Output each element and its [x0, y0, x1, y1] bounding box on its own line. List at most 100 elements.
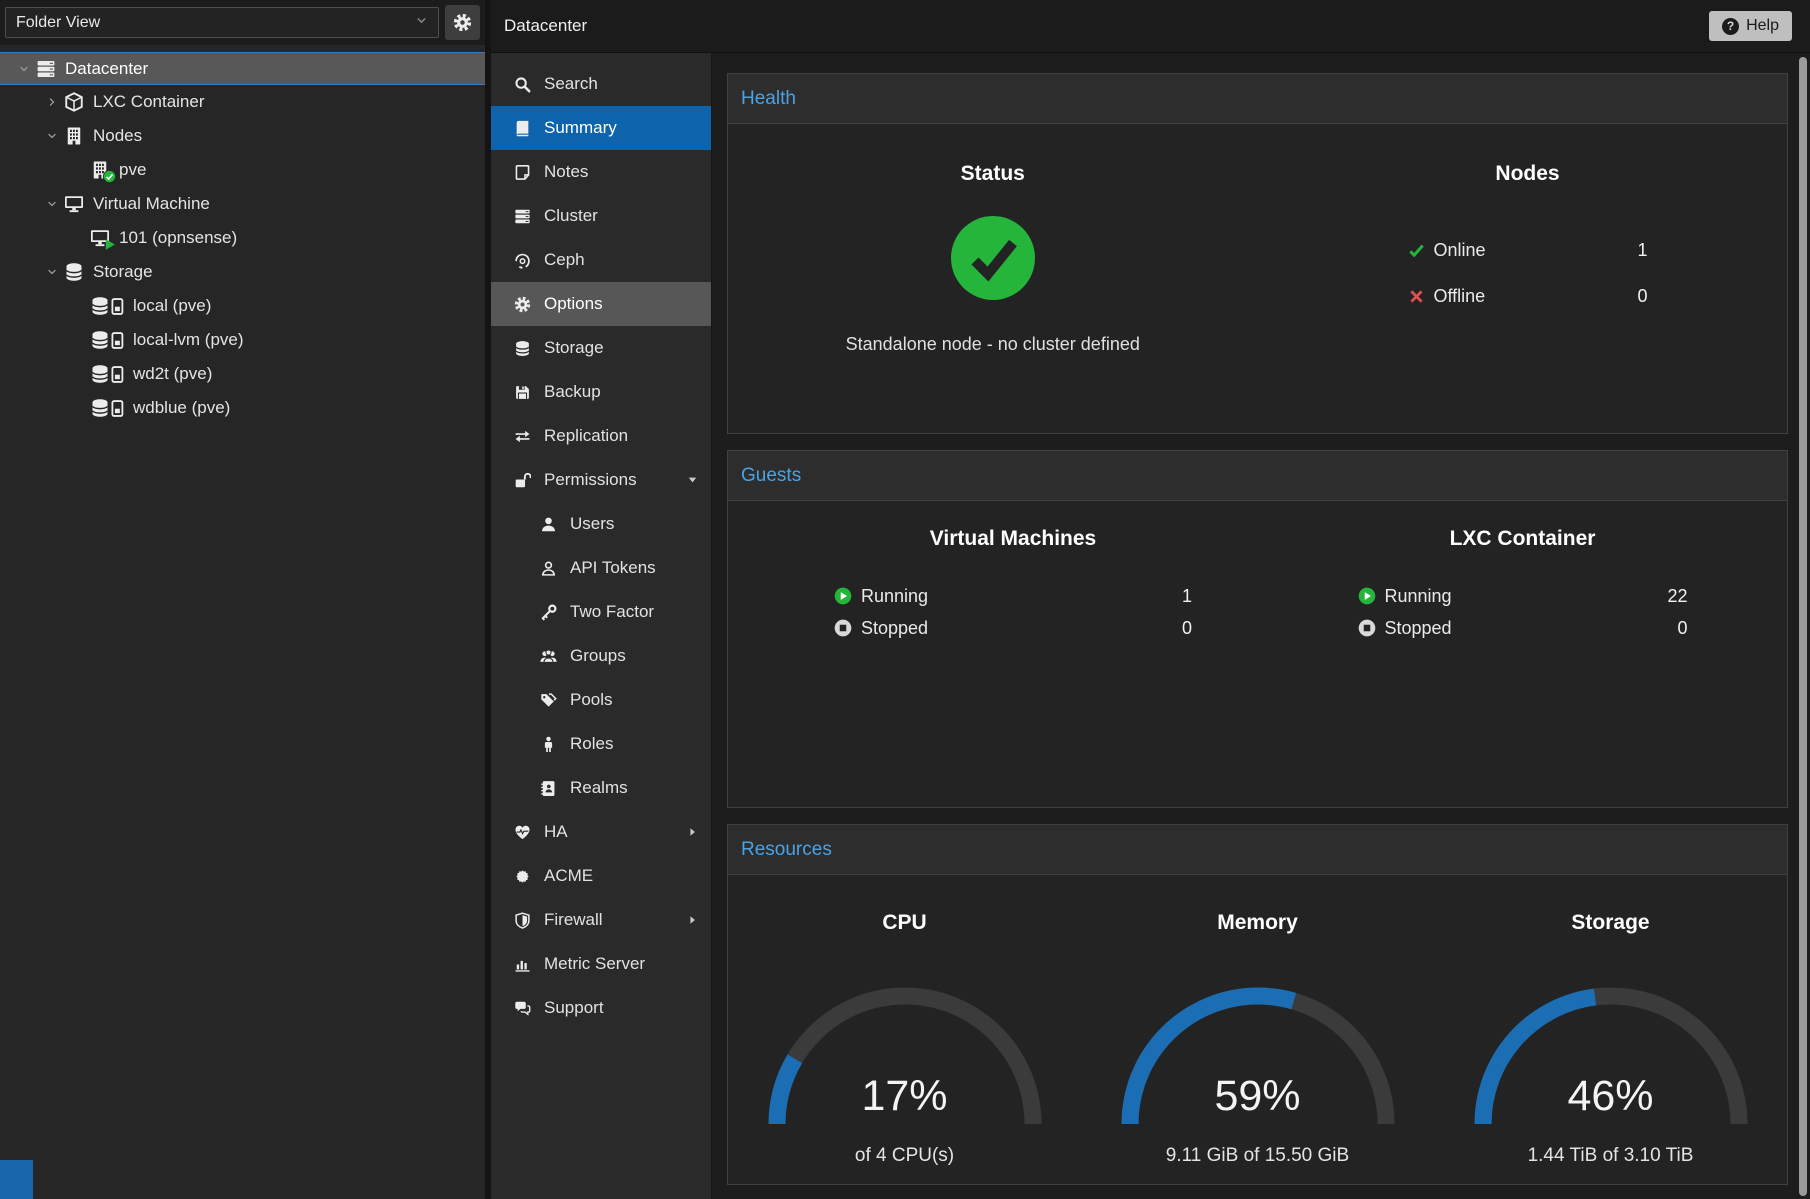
person-icon — [538, 736, 558, 753]
scrollbar-thumb[interactable] — [1799, 57, 1807, 1196]
nav-item-roles[interactable]: Roles — [491, 722, 711, 766]
help-button[interactable]: ? Help — [1709, 11, 1792, 41]
nav-item-metric-server[interactable]: Metric Server — [491, 942, 711, 986]
tree-item-datacenter[interactable]: Datacenter — [0, 52, 485, 85]
view-mode-value: Folder View — [16, 14, 100, 32]
nav-item-backup[interactable]: Backup — [491, 370, 711, 414]
memory-gauge: Memory 59% 9.11 GiB of 15.50 GiB — [1081, 911, 1434, 1184]
database-drive-icon — [90, 364, 124, 384]
tree-item-nodes[interactable]: Nodes — [0, 119, 485, 153]
status-ok-icon — [951, 216, 1035, 300]
tree-item-virtual-machine[interactable]: Virtual Machine — [0, 187, 485, 221]
chevron-down-icon[interactable] — [40, 198, 64, 210]
cpu-gauge: CPU 17% of 4 CPU(s) — [728, 911, 1081, 1184]
tree-item-storage[interactable]: Storage — [0, 255, 485, 289]
nav-item-two-factor[interactable]: Two Factor — [491, 590, 711, 634]
backup-icon — [512, 384, 532, 401]
comments-icon — [512, 1000, 532, 1017]
summary-content: Health Status Standalone node - no clust… — [711, 53, 1810, 1199]
tree-item-storage-local[interactable]: local (pve) — [0, 289, 485, 323]
caret-right-icon — [687, 827, 698, 838]
content-header: Datacenter ? Help — [491, 0, 1810, 53]
vertical-scrollbar[interactable] — [1799, 57, 1807, 1196]
lxc-running-count: 22 — [1667, 586, 1687, 607]
tree-item-storage-wdblue[interactable]: wdblue (pve) — [0, 391, 485, 425]
cpu-sub-label: of 4 CPU(s) — [728, 1145, 1081, 1167]
cross-icon — [1408, 288, 1425, 305]
resource-tree-panel: Folder View Datacenter LXC Container N — [0, 0, 485, 1199]
status-heading: Status — [728, 162, 1258, 186]
nav-item-cluster[interactable]: Cluster — [491, 194, 711, 238]
nav-item-support[interactable]: Support — [491, 986, 711, 1030]
gear-icon — [512, 296, 532, 313]
tree-item-storage-local-lvm[interactable]: local-lvm (pve) — [0, 323, 485, 357]
vm-stopped-row: Stopped 0 — [834, 617, 1192, 639]
nav-item-ha[interactable]: HA — [491, 810, 711, 854]
nav-item-firewall[interactable]: Firewall — [491, 898, 711, 942]
tree-settings-button[interactable] — [445, 5, 480, 40]
chevron-down-icon[interactable] — [12, 63, 36, 75]
nav-item-summary[interactable]: Summary — [491, 106, 711, 150]
lxc-stopped-row: Stopped 0 — [1358, 617, 1688, 639]
lxc-container-heading: LXC Container — [1358, 527, 1688, 551]
nodes-heading: Nodes — [1408, 162, 1648, 186]
nav-item-ceph[interactable]: Ceph — [491, 238, 711, 282]
tree-toolbar: Folder View — [0, 0, 485, 45]
lxc-stopped-count: 0 — [1677, 618, 1687, 639]
user-outline-icon — [538, 560, 558, 577]
view-mode-select[interactable]: Folder View — [5, 7, 439, 38]
tree-item-label: local-lvm (pve) — [133, 330, 244, 350]
chevron-right-icon[interactable] — [40, 96, 64, 108]
tree-item-storage-wd2t[interactable]: wd2t (pve) — [0, 357, 485, 391]
nav-item-replication[interactable]: Replication — [491, 414, 711, 458]
nav-item-realms[interactable]: Realms — [491, 766, 711, 810]
nodes-online-row: Online 1 — [1408, 238, 1648, 262]
database-drive-icon — [90, 296, 124, 316]
guests-panel-title: Guests — [728, 451, 1787, 501]
tree-item-label: LXC Container — [93, 92, 205, 112]
online-count: 1 — [1637, 240, 1647, 261]
tree-item-vm-101[interactable]: 101 (opnsense) — [0, 221, 485, 255]
nav-item-search[interactable]: Search — [491, 62, 711, 106]
desktop-running-icon — [90, 228, 110, 248]
nav-item-pools[interactable]: Pools — [491, 678, 711, 722]
key-icon — [538, 604, 558, 621]
nav-item-options[interactable]: Options — [491, 282, 711, 326]
unlock-icon — [512, 472, 532, 489]
nav-item-permissions[interactable]: Permissions — [491, 458, 711, 502]
caret-down-icon — [687, 475, 698, 486]
tree-item-label: wd2t (pve) — [133, 364, 212, 384]
nav-item-storage[interactable]: Storage — [491, 326, 711, 370]
desktop-icon — [64, 194, 84, 214]
notes-icon — [512, 164, 532, 181]
summary-icon — [512, 120, 532, 137]
resources-panel-title: Resources — [728, 825, 1787, 875]
tree-item-lxc-container[interactable]: LXC Container — [0, 85, 485, 119]
nav-item-api-tokens[interactable]: API Tokens — [491, 546, 711, 590]
check-badge-icon — [103, 170, 116, 183]
nav-item-groups[interactable]: Groups — [491, 634, 711, 678]
stopped-icon — [1358, 619, 1376, 637]
chevron-down-icon[interactable] — [40, 266, 64, 278]
nav-item-users[interactable]: Users — [491, 502, 711, 546]
nodes-offline-row: Offline 0 — [1408, 284, 1648, 308]
storage-sub-label: 1.44 TiB of 3.10 TiB — [1434, 1145, 1787, 1167]
building-online-icon — [90, 160, 110, 180]
heartbeat-icon — [512, 824, 532, 841]
chevron-down-icon — [415, 14, 428, 32]
health-panel-title: Health — [728, 74, 1787, 124]
cpu-heading: CPU — [728, 911, 1081, 935]
cpu-percent: 17% — [760, 1072, 1050, 1121]
database-icon — [64, 262, 84, 282]
tree-item-label: Nodes — [93, 126, 142, 146]
caret-right-icon — [687, 915, 698, 926]
nav-item-notes[interactable]: Notes — [491, 150, 711, 194]
status-message: Standalone node - no cluster defined — [728, 334, 1258, 355]
play-icon — [103, 238, 116, 251]
tree-item-pve[interactable]: pve — [0, 153, 485, 187]
chevron-down-icon[interactable] — [40, 130, 64, 142]
lxc-running-row: Running 22 — [1358, 585, 1688, 607]
nav-item-acme[interactable]: ACME — [491, 854, 711, 898]
question-icon: ? — [1722, 18, 1739, 35]
running-icon — [1358, 587, 1376, 605]
